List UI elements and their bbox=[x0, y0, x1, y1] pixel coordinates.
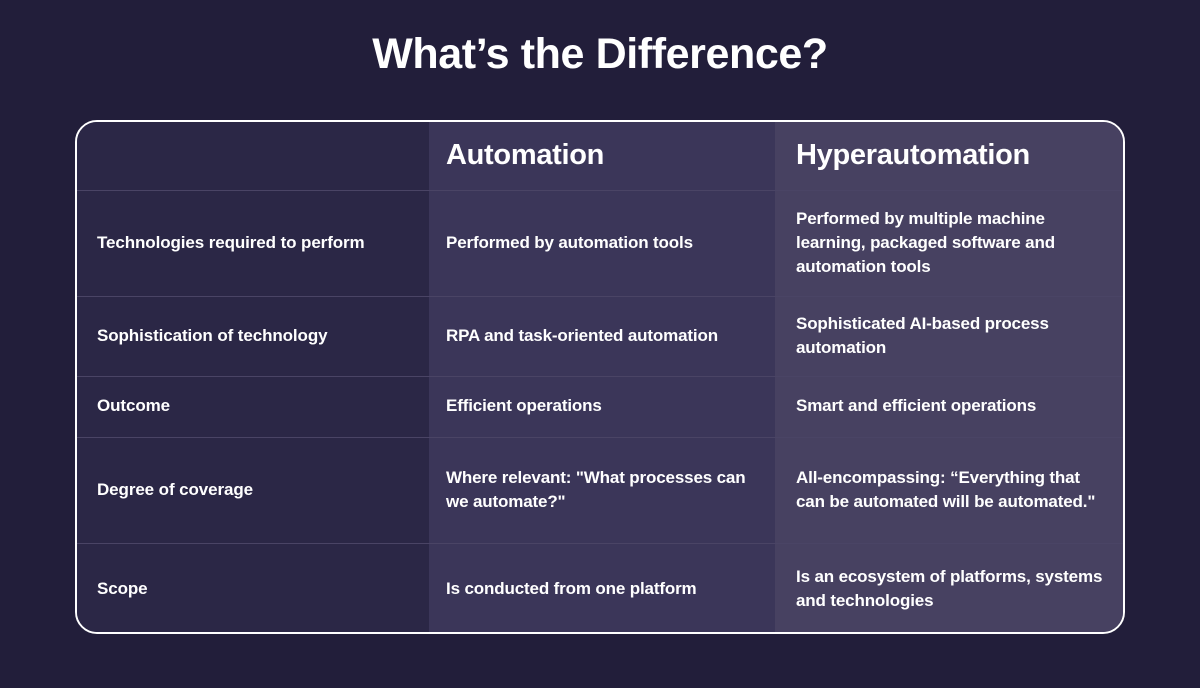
row-label-cell: Technologies required to perform bbox=[77, 189, 429, 296]
row-label: Sophistication of technology bbox=[97, 325, 328, 345]
row-automation-cell: Where relevant: "What processes can we a… bbox=[429, 436, 775, 543]
table-row: Sophistication of technology RPA and tas… bbox=[77, 295, 1123, 376]
row-automation-cell: Performed by automation tools bbox=[429, 189, 775, 296]
row-automation-value: RPA and task-oriented automation bbox=[446, 325, 718, 345]
row-automation-cell: Is conducted from one platform bbox=[429, 542, 775, 632]
row-hyperautomation-cell: All-encompassing: “Everything that can b… bbox=[775, 436, 1123, 543]
row-hyperautomation-value: Performed by multiple machine learning, … bbox=[796, 208, 1055, 277]
row-hyperautomation-cell: Smart and efficient operations bbox=[775, 375, 1123, 437]
row-hyperautomation-value: Is an ecosystem of platforms, systems an… bbox=[796, 566, 1103, 610]
row-automation-value: Where relevant: "What processes can we a… bbox=[446, 467, 746, 511]
row-automation-value: Is conducted from one platform bbox=[446, 578, 697, 598]
row-automation-value: Efficient operations bbox=[446, 396, 602, 416]
row-label-cell: Sophistication of technology bbox=[77, 295, 429, 376]
row-hyperautomation-value: All-encompassing: “Everything that can b… bbox=[796, 467, 1096, 511]
row-hyperautomation-value: Sophisticated AI-based process automatio… bbox=[796, 313, 1049, 357]
row-label: Degree of coverage bbox=[97, 479, 253, 499]
row-automation-cell: RPA and task-oriented automation bbox=[429, 295, 775, 376]
row-label-cell: Outcome bbox=[77, 375, 429, 437]
row-label: Outcome bbox=[97, 396, 170, 416]
row-hyperautomation-value: Smart and efficient operations bbox=[796, 396, 1037, 416]
row-hyperautomation-cell: Is an ecosystem of platforms, systems an… bbox=[775, 542, 1123, 632]
page-title: What’s the Difference? bbox=[372, 30, 828, 78]
header-cell-automation: Automation bbox=[429, 122, 775, 190]
header-automation-label: Automation bbox=[446, 138, 605, 171]
header-cell-hyperautomation: Hyperautomation bbox=[775, 122, 1123, 190]
table-body: Automation Hyperautomation Technologies … bbox=[77, 122, 1123, 632]
row-label-cell: Scope bbox=[77, 542, 429, 632]
table-row: Technologies required to perform Perform… bbox=[77, 189, 1123, 296]
row-automation-cell: Efficient operations bbox=[429, 375, 775, 437]
row-hyperautomation-cell: Performed by multiple machine learning, … bbox=[775, 189, 1123, 296]
row-automation-value: Performed by automation tools bbox=[446, 232, 693, 252]
table-row: Outcome Efficient operations Smart and e… bbox=[77, 375, 1123, 437]
table-row: Degree of coverage Where relevant: "What… bbox=[77, 436, 1123, 543]
row-hyperautomation-cell: Sophisticated AI-based process automatio… bbox=[775, 295, 1123, 376]
header-cell-attribute bbox=[77, 122, 429, 190]
row-label-cell: Degree of coverage bbox=[77, 436, 429, 543]
row-label: Scope bbox=[97, 578, 148, 598]
comparison-table: Automation Hyperautomation Technologies … bbox=[75, 120, 1125, 634]
header-hyperautomation-label: Hyperautomation bbox=[796, 138, 1030, 171]
table-header-row: Automation Hyperautomation bbox=[77, 122, 1123, 190]
table-row: Scope Is conducted from one platform Is … bbox=[77, 542, 1123, 632]
row-label: Technologies required to perform bbox=[97, 232, 365, 252]
